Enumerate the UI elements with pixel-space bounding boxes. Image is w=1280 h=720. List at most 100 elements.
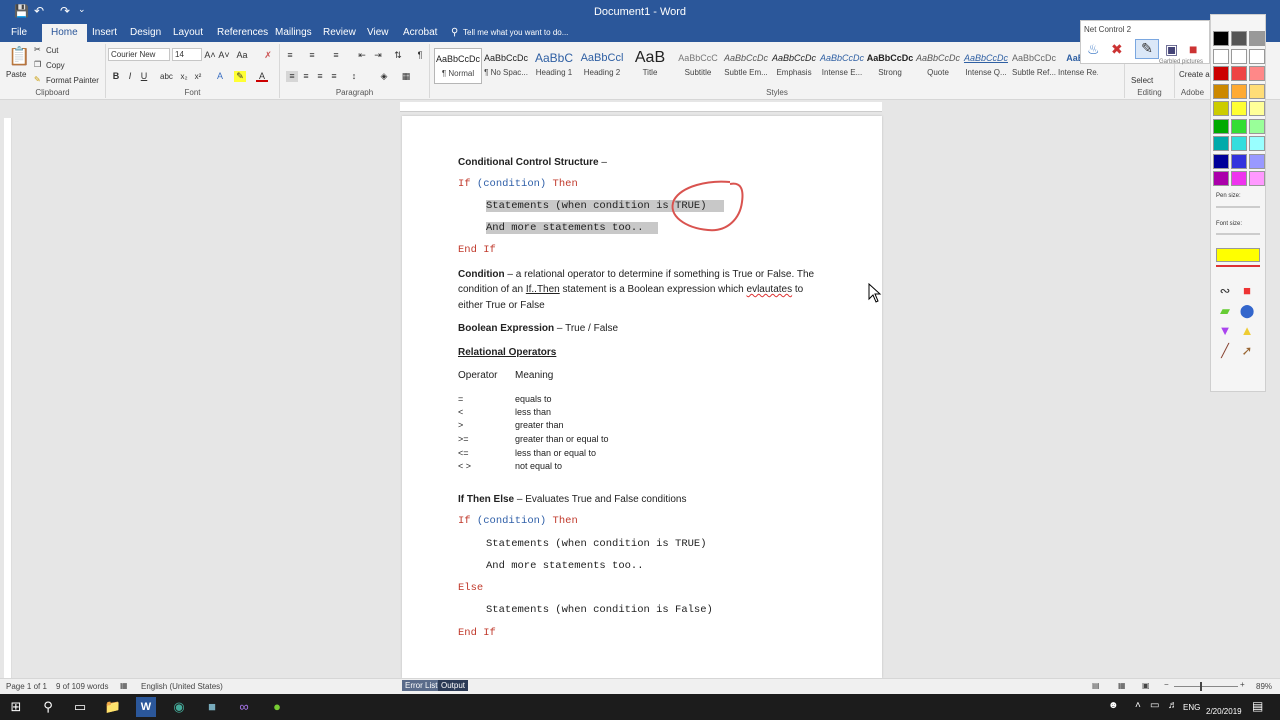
font-size-box[interactable]: 14 <box>172 48 202 61</box>
zoom-slider-thumb[interactable] <box>1200 682 1202 691</box>
pen-size-slider[interactable] <box>1216 206 1260 208</box>
style-no-spacing[interactable]: AaBbCcDc ¶ No Spac... <box>482 48 530 84</box>
web-layout-icon[interactable]: ▣ <box>1142 681 1150 690</box>
color-swatch[interactable] <box>1231 31 1247 46</box>
style-heading-1[interactable]: AaBbC Heading 1 <box>530 48 578 84</box>
color-swatch[interactable] <box>1213 66 1229 81</box>
triangle-down-icon[interactable]: ▼ <box>1217 324 1233 338</box>
freehand-icon[interactable]: ∾ <box>1217 284 1233 298</box>
tab-insert[interactable]: Insert <box>92 27 117 38</box>
network-tray-icon[interactable]: ▭ <box>1150 700 1159 711</box>
tab-acrobat[interactable]: Acrobat <box>403 27 437 38</box>
sort-icon[interactable]: ⇅ <box>392 50 404 61</box>
rectangle-icon[interactable]: ■ <box>1239 284 1255 298</box>
tell-me-box[interactable]: Tell me what you want to do... <box>463 28 568 37</box>
style-subtitle[interactable]: AaBbCcC Subtitle <box>674 48 722 84</box>
output-tab[interactable]: Output <box>438 680 469 691</box>
volume-icon[interactable]: ♬ <box>1168 700 1178 711</box>
subscript-icon[interactable]: x₂ <box>178 71 190 82</box>
notifications-icon[interactable]: ▤ <box>1252 699 1263 713</box>
zoom-level[interactable]: 89% <box>1256 682 1272 691</box>
page-count[interactable]: Page 1 of 1 <box>6 682 47 691</box>
color-swatch[interactable] <box>1213 136 1229 151</box>
color-swatch[interactable] <box>1249 83 1265 99</box>
date[interactable]: 2/20/2019 <box>1206 707 1242 716</box>
tray-up-icon[interactable]: ˄ <box>1135 700 1141 711</box>
borders-icon[interactable]: ▦ <box>400 71 412 82</box>
undo-icon[interactable]: ↶ <box>34 4 44 18</box>
increase-indent-icon[interactable]: ⇥ <box>372 50 384 61</box>
color-swatch[interactable] <box>1231 48 1247 64</box>
color-swatch[interactable] <box>1213 171 1229 186</box>
color-swatch[interactable] <box>1249 136 1265 151</box>
zoom-out-icon[interactable]: − <box>1164 680 1169 689</box>
tab-mailings[interactable]: Mailings <box>275 27 312 38</box>
color-swatch[interactable] <box>1249 118 1265 134</box>
screen-icon[interactable]: ▣ <box>1165 41 1178 58</box>
input-language[interactable]: ENG <box>1183 703 1200 712</box>
highlight-icon[interactable]: ✎ <box>234 71 246 82</box>
style-strong[interactable]: AaBbCcDc Strong <box>866 48 914 84</box>
style-intense-emphasis[interactable]: AaBbCcDc Intense E... <box>818 48 866 84</box>
color-swatch[interactable] <box>1231 101 1247 116</box>
color-swatch[interactable] <box>1231 136 1247 151</box>
document-page[interactable]: Conditional Control Structure – If (cond… <box>402 116 882 678</box>
color-swatch[interactable] <box>1213 101 1229 116</box>
search-icon[interactable]: ⚲ <box>38 697 58 717</box>
create-pdf-button[interactable]: Create a <box>1179 70 1210 79</box>
proofing-icon[interactable]: ▦ <box>120 681 128 690</box>
misspelled-word[interactable]: evlautates <box>747 284 793 295</box>
color-swatch[interactable] <box>1213 153 1229 169</box>
color-swatch[interactable] <box>1231 118 1247 134</box>
underline-button[interactable]: U <box>138 71 150 82</box>
align-left-icon[interactable]: ≡ <box>286 71 298 82</box>
color-swatch[interactable] <box>1249 48 1265 64</box>
format-painter-button[interactable]: Format Painter <box>46 76 99 85</box>
change-case-icon[interactable]: Aa <box>236 50 248 61</box>
tab-references[interactable]: References <box>217 27 268 38</box>
decrease-indent-icon[interactable]: ⇤ <box>356 50 368 61</box>
read-mode-icon[interactable]: ▤ <box>1092 681 1100 690</box>
copy-button[interactable]: Copy <box>46 61 65 70</box>
customize-qat-icon[interactable]: ⌄ <box>78 4 86 15</box>
tab-review[interactable]: Review <box>323 27 356 38</box>
align-center-icon[interactable]: ≡ <box>300 71 312 82</box>
visual-studio-icon[interactable]: ∞ <box>234 697 254 717</box>
disconnect-icon[interactable]: ✖ <box>1111 41 1123 58</box>
color-swatch[interactable] <box>1231 153 1247 169</box>
style-subtle-emphasis[interactable]: AaBbCcDc Subtle Em... <box>722 48 770 84</box>
save-icon[interactable]: 💾 <box>14 4 29 18</box>
tab-view[interactable]: View <box>367 27 389 38</box>
zoom-slider[interactable] <box>1174 686 1238 687</box>
bullets-icon[interactable]: ≡ <box>284 50 296 61</box>
color-swatch[interactable] <box>1249 101 1265 116</box>
line-icon[interactable]: ╱ <box>1217 344 1233 358</box>
line-spacing-icon[interactable]: ↕ <box>348 71 360 82</box>
shrink-font-icon[interactable]: A˅ <box>218 50 230 61</box>
shading-icon[interactable]: ◈ <box>378 71 390 82</box>
paste-button[interactable]: Paste <box>6 70 26 79</box>
clear-format-icon[interactable]: ✗ <box>262 50 274 61</box>
network-icon[interactable]: ♨ <box>1087 41 1100 58</box>
color-swatch[interactable] <box>1249 66 1265 81</box>
app-icon[interactable]: ■ <box>202 697 222 717</box>
triangle-up-icon[interactable]: ▲ <box>1239 324 1255 338</box>
tab-file[interactable]: File <box>0 24 38 42</box>
italic-button[interactable]: I <box>124 71 136 82</box>
style-normal[interactable]: AaBbCcDc ¶ Normal <box>434 48 482 84</box>
pen-tool-icon[interactable]: ✎ <box>1135 39 1159 59</box>
current-color-swatch[interactable] <box>1216 248 1260 262</box>
tab-design[interactable]: Design <box>130 27 161 38</box>
tab-layout[interactable]: Layout <box>173 27 203 38</box>
chrome-icon[interactable]: ◉ <box>169 697 189 717</box>
numbering-icon[interactable]: ≡ <box>306 50 318 61</box>
multilevel-list-icon[interactable]: ≡ <box>330 50 342 61</box>
vertical-ruler[interactable] <box>4 118 12 678</box>
style-heading-2[interactable]: AaBbCcl Heading 2 <box>578 48 626 84</box>
style-emphasis[interactable]: AaBbCcDc Emphasis <box>770 48 818 84</box>
font-color-icon[interactable]: A <box>256 71 268 82</box>
zoom-in-icon[interactable]: + <box>1240 680 1245 689</box>
horizontal-ruler[interactable] <box>400 102 882 112</box>
tab-home[interactable]: Home <box>42 24 87 42</box>
paste-icon[interactable]: 📋 <box>8 46 30 67</box>
